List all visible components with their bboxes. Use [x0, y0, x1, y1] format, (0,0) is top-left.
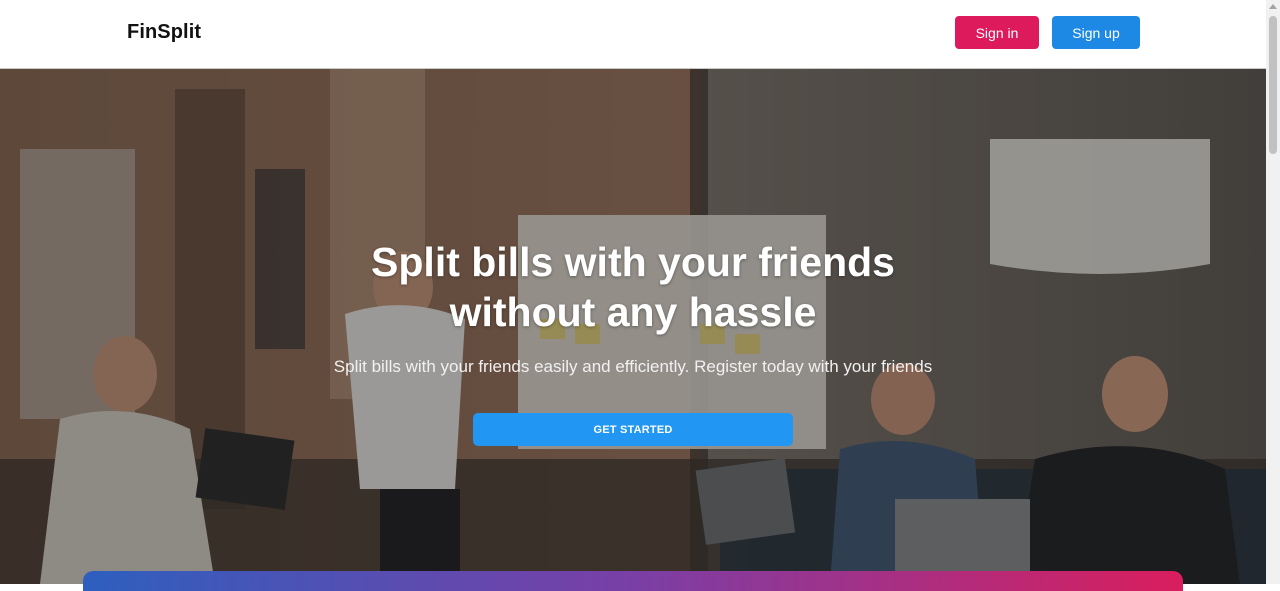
hero-subtitle: Split bills with your friends easily and…	[333, 357, 933, 376]
vertical-scrollbar[interactable]	[1266, 0, 1280, 584]
top-navbar: FinSplit Sign in Sign up	[0, 0, 1266, 69]
hero-section: Split bills with your friends without an…	[0, 69, 1266, 584]
hero-title-line-2: without any hassle	[449, 289, 817, 335]
sign-in-button[interactable]: Sign in	[955, 16, 1039, 49]
feature-card-gradient	[83, 571, 1183, 591]
scroll-up-icon[interactable]	[1269, 4, 1277, 9]
sign-up-button[interactable]: Sign up	[1052, 16, 1140, 49]
brand-logo[interactable]: FinSplit	[127, 21, 201, 44]
hero-title: Split bills with your friends without an…	[233, 237, 1033, 337]
hero-title-line-1: Split bills with your friends	[371, 239, 895, 285]
get-started-button[interactable]: GET STARTED	[473, 413, 793, 446]
scroll-thumb[interactable]	[1269, 16, 1277, 154]
